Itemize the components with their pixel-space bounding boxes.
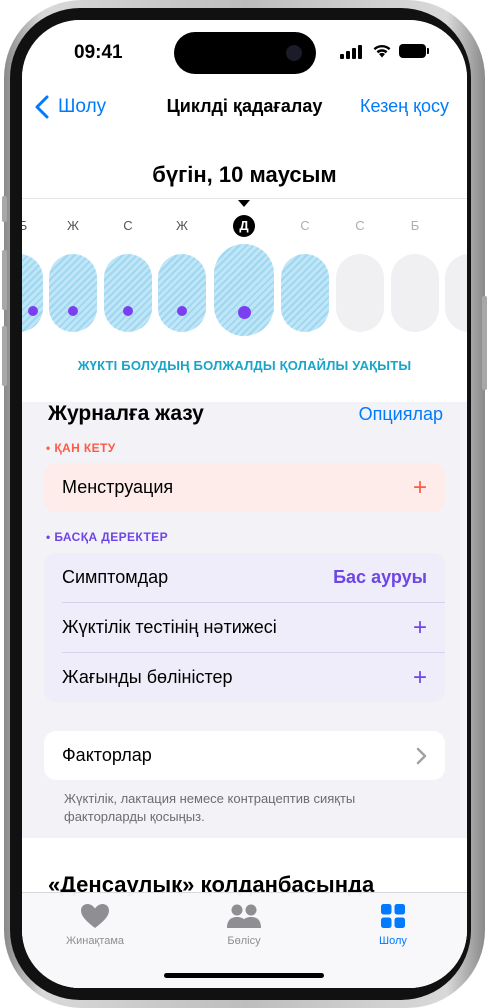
bleeding-card: Менструация +: [44, 463, 445, 512]
factors-footnote: Жүктілік, лактация немесе контрацептив с…: [64, 791, 356, 824]
day-letter: Б: [22, 218, 28, 233]
camera-icon: [286, 45, 302, 61]
period-dot: [123, 306, 133, 316]
add-period-button[interactable]: Кезең қосу: [360, 96, 449, 117]
day-letter: С: [355, 218, 365, 233]
calendar-day-today[interactable]: [214, 244, 274, 336]
symptoms-row[interactable]: Симптомдар Бас ауруы: [44, 553, 445, 602]
tab-browse[interactable]: Шолу: [333, 903, 453, 947]
grid-icon: [381, 904, 405, 928]
calendar-day[interactable]: [336, 254, 384, 332]
day-letter-today: Д: [233, 215, 255, 237]
spotting-label: Жағынды бөліністер: [62, 667, 233, 687]
calendar-day[interactable]: [104, 254, 152, 332]
period-dot: [237, 306, 251, 319]
period-dot: [177, 306, 187, 316]
cellular-signal-icon: [340, 45, 364, 59]
home-indicator[interactable]: [164, 973, 324, 978]
factors-card: Факторлар: [44, 731, 445, 780]
day-letter: Ж: [175, 218, 188, 233]
tab-browse-label: Шолу: [379, 935, 407, 947]
calendar-day[interactable]: [22, 254, 43, 332]
tab-bar: Жинақтама Бөлісу Шолу: [22, 892, 467, 988]
period-dot: [68, 306, 78, 316]
spotting-row[interactable]: Жағынды бөліністер +: [44, 653, 445, 702]
plus-icon: +: [412, 473, 427, 501]
pregnancy-test-row[interactable]: Жүктілік тестінің нәтижесі +: [44, 603, 445, 652]
day-letter: С: [300, 218, 310, 233]
volume-down-button: [2, 326, 7, 386]
bleeding-section-tag: • ҚАН КЕТУ: [46, 441, 116, 455]
fertile-window-label: ЖҮКТІ БОЛУДЫҢ БОЛЖАЛДЫ ҚОЛАЙЛЫ УАҚЫТЫ: [77, 358, 412, 373]
day-letter: Ж: [66, 218, 79, 233]
wifi-icon: [373, 45, 391, 58]
pregnancy-test-label: Жүктілік тестінің нәтижесі: [62, 617, 277, 637]
battery-icon: [399, 44, 429, 58]
factors-label: Факторлар: [62, 745, 152, 765]
menstruation-label: Менструация: [62, 477, 174, 497]
people-icon: [227, 904, 261, 928]
tab-summary-label: Жинақтама: [65, 935, 125, 947]
chevron-right-icon: [416, 747, 427, 764]
calendar-day[interactable]: [158, 254, 206, 332]
other-data-card: Симптомдар Бас ауруы Жүктілік тестінің н…: [44, 553, 445, 702]
journal-section-title: Журналға жазу: [48, 402, 204, 425]
today-marker-icon: [238, 200, 250, 207]
calendar-day[interactable]: [445, 254, 467, 332]
navigation-bar: Шолу Циклді қадағалау Кезең қосу: [22, 80, 467, 140]
calendar-day[interactable]: [391, 254, 439, 332]
dynamic-island: [174, 32, 316, 74]
tab-sharing-label: Бөлісу: [227, 935, 261, 947]
day-letter: Б: [410, 218, 420, 233]
power-button: [482, 296, 487, 390]
tab-sharing[interactable]: Бөлісу: [184, 903, 304, 947]
symptoms-label: Симптомдар: [62, 567, 169, 587]
factors-row[interactable]: Факторлар: [44, 731, 445, 780]
mute-switch: [2, 196, 7, 222]
journal-options-button[interactable]: Опциялар: [359, 404, 443, 425]
calendar-divider: [22, 198, 467, 199]
day-letter: С: [123, 218, 133, 233]
period-dot: [28, 306, 39, 316]
status-bar: 09:41: [22, 20, 467, 80]
plus-icon: +: [412, 613, 427, 641]
menstruation-row[interactable]: Менструация +: [44, 463, 445, 512]
screen: 09:41 Шолу Циклді қадағалау Кезең қосу б…: [22, 20, 467, 988]
calendar-day[interactable]: [49, 254, 97, 332]
selected-date-title: бүгін, 10 маусым: [152, 162, 337, 187]
status-time: 09:41: [74, 42, 123, 63]
other-data-section-tag: • БАСҚА ДЕРЕКТЕР: [46, 530, 168, 544]
cycle-calendar: бүгін, 10 маусым Б Ж С Ж Д С С Б ЖҮКТІ Б…: [22, 140, 467, 402]
plus-icon: +: [412, 663, 427, 691]
symptoms-value: Бас ауруы: [333, 567, 427, 587]
calendar-day[interactable]: [281, 254, 329, 332]
heart-icon: [81, 904, 109, 928]
tab-summary[interactable]: Жинақтама: [35, 903, 155, 947]
volume-up-button: [2, 250, 7, 310]
